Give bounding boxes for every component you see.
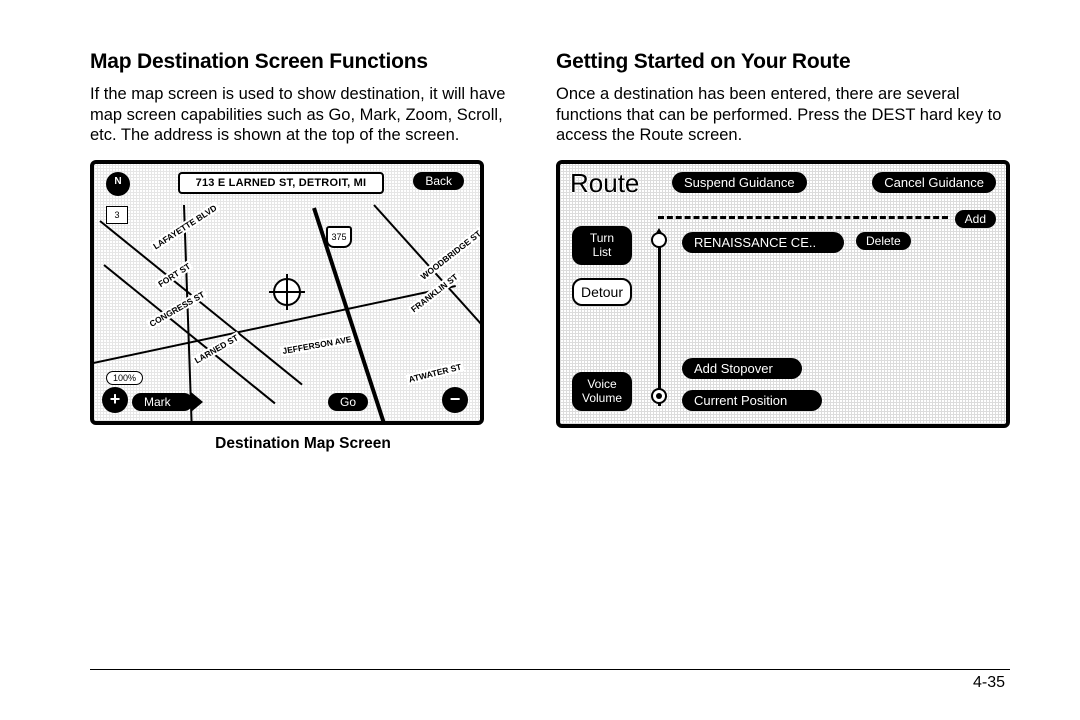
suspend-guidance-button[interactable]: Suspend Guidance — [672, 172, 807, 193]
highway-shield-icon: 375 — [326, 226, 352, 248]
cancel-guidance-button[interactable]: Cancel Guidance — [872, 172, 996, 193]
add-stopover-button[interactable]: Add Stopover — [682, 358, 802, 379]
road-line — [373, 204, 484, 354]
go-button[interactable]: Go — [328, 393, 368, 411]
footer-rule — [90, 669, 1010, 670]
turn-list-button[interactable]: TurnList — [572, 226, 632, 266]
paragraph-getting-started: Once a destination has been entered, the… — [556, 84, 1010, 146]
destination-map-figure: LAFAYETTE BLVD FORT ST CONGRESS ST LARNE… — [90, 160, 484, 425]
zoom-chip: 100% — [106, 371, 143, 385]
voice-volume-button[interactable]: VoiceVolume — [572, 372, 632, 412]
zoom-in-button[interactable]: + — [102, 387, 128, 413]
heading-getting-started: Getting Started on Your Route — [556, 50, 1010, 74]
current-position-chip[interactable]: Current Position — [682, 390, 822, 411]
dashed-line-icon — [658, 216, 948, 219]
route-screen-figure: Route Suspend Guidance Cancel Guidance A… — [556, 160, 1010, 428]
address-bar: 713 E LARNED ST, DETROIT, MI — [178, 172, 384, 194]
add-button[interactable]: Add — [955, 210, 996, 228]
mark-button[interactable]: Mark — [132, 393, 193, 411]
street-label: JEFFERSON AVE — [280, 334, 355, 357]
route-title: Route — [570, 168, 639, 199]
route-node-icon — [651, 232, 667, 248]
detour-button[interactable]: Detour — [572, 278, 632, 306]
paragraph-map-destination: If the map screen is used to show destin… — [90, 84, 516, 146]
delete-button[interactable]: Delete — [856, 232, 911, 250]
target-crosshair-icon — [273, 278, 301, 306]
street-label: FORT ST — [155, 260, 194, 290]
route-arrow-icon — [658, 236, 661, 406]
page-number: 4-35 — [973, 674, 1005, 692]
street-label: ATWATER ST — [406, 361, 465, 385]
compass-icon: N — [106, 172, 130, 196]
back-button[interactable]: Back — [413, 172, 464, 190]
destination-chip[interactable]: RENAISSANCE CE.. — [682, 232, 844, 253]
zoom-out-button[interactable]: − — [442, 387, 468, 413]
route-node-icon — [651, 388, 667, 404]
figure-caption-left: Destination Map Screen — [90, 435, 516, 453]
scale-chip: 3 — [106, 206, 128, 224]
heading-map-destination: Map Destination Screen Functions — [90, 50, 516, 74]
